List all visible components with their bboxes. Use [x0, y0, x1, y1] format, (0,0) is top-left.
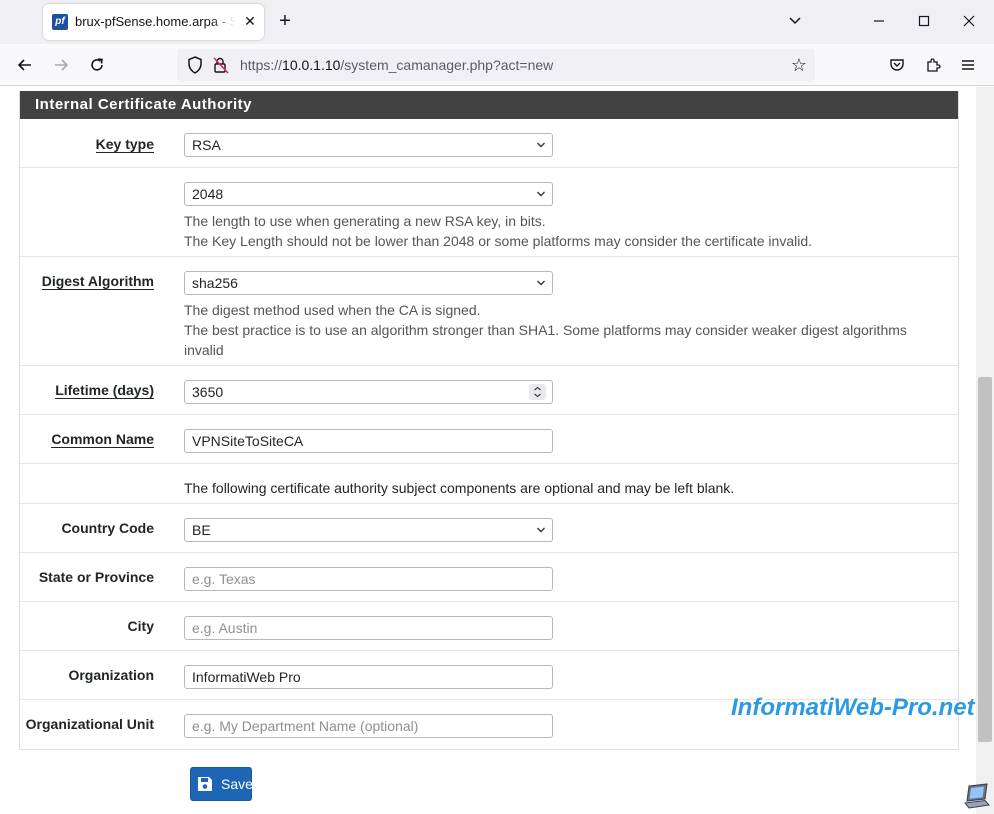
- row-country-code: Country Code BE: [20, 504, 958, 553]
- url-scheme: https://: [240, 57, 283, 73]
- watermark-text: InformatiWeb-Pro.net: [731, 694, 975, 721]
- optional-components-note: The following certificate authority subj…: [184, 480, 735, 496]
- country-code-select[interactable]: BE: [184, 518, 553, 542]
- bookmark-star-icon[interactable]: ☆: [789, 55, 809, 75]
- organizational-unit-input[interactable]: e.g. My Department Name (optional): [184, 714, 553, 738]
- chevron-down-icon: [537, 191, 545, 197]
- row-optional-note: The following certificate authority subj…: [20, 464, 958, 504]
- chevron-down-icon: [537, 280, 545, 286]
- minimize-icon[interactable]: [868, 11, 890, 33]
- country-code-value: BE: [192, 522, 211, 538]
- row-city: City e.g. Austin: [20, 602, 958, 651]
- key-length-select[interactable]: 2048: [184, 182, 553, 206]
- tab-strip: pf brux-pfSense.home.arpa - System: Cert…: [0, 0, 994, 44]
- digest-help-line2: The best practice is to use an algorithm…: [184, 322, 907, 358]
- key-length-help: The length to use when generating a new …: [184, 211, 924, 251]
- tab-list-icon[interactable]: [784, 11, 806, 33]
- key-length-help-line1: The length to use when generating a new …: [184, 213, 546, 229]
- url-text[interactable]: https://10.0.1.10/system_camanager.php?a…: [240, 57, 553, 73]
- label-key-type: Key type: [95, 136, 154, 153]
- back-arrow-icon[interactable]: [12, 52, 38, 78]
- label-digest-algorithm: Digest Algorithm: [41, 273, 154, 290]
- state-input[interactable]: e.g. Texas: [184, 567, 553, 591]
- close-tab-icon[interactable]: ✕: [241, 12, 259, 30]
- number-spinner-icon[interactable]: [529, 384, 546, 400]
- chevron-down-icon: [537, 527, 545, 533]
- label-common-name: Common Name: [51, 431, 154, 448]
- pocket-icon[interactable]: [884, 52, 910, 78]
- row-key-type: Key type RSA: [20, 119, 958, 168]
- url-path: /system_camanager.php?act=new: [340, 57, 554, 73]
- maximize-icon[interactable]: [913, 11, 935, 33]
- insecure-lock-icon[interactable]: [211, 55, 231, 75]
- common-name-input[interactable]: VPNSiteToSiteCA: [184, 429, 553, 453]
- page-scrollbar[interactable]: [976, 87, 994, 814]
- panel-title: Internal Certificate Authority: [20, 91, 958, 119]
- close-window-icon[interactable]: [958, 11, 980, 33]
- label-lifetime: Lifetime (days): [55, 382, 154, 399]
- row-digest-algorithm: Digest Algorithm sha256 The digest metho…: [20, 257, 958, 366]
- row-state: State or Province e.g. Texas: [20, 553, 958, 602]
- floppy-disk-icon: [198, 777, 212, 791]
- save-button-label: Save: [221, 776, 253, 792]
- digest-algorithm-value: sha256: [192, 275, 238, 291]
- row-lifetime: Lifetime (days) 3650: [20, 366, 958, 415]
- pfsense-favicon-icon: pf: [52, 14, 68, 30]
- label-state: State or Province: [38, 569, 154, 585]
- label-organization: Organization: [68, 667, 154, 683]
- forward-arrow-icon[interactable]: [48, 52, 74, 78]
- city-input[interactable]: e.g. Austin: [184, 616, 553, 640]
- extensions-icon[interactable]: [920, 52, 946, 78]
- menu-hamburger-icon[interactable]: [955, 52, 981, 78]
- label-city: City: [127, 618, 154, 634]
- reload-icon[interactable]: [84, 52, 110, 78]
- key-length-help-line2: The Key Length should not be lower than …: [184, 233, 813, 249]
- browser-tab[interactable]: pf brux-pfSense.home.arpa - System: Cert…: [43, 4, 264, 40]
- scrollbar-thumb[interactable]: [978, 377, 992, 742]
- certificate-authority-panel: Internal Certificate Authority Key type …: [19, 91, 959, 750]
- row-common-name: Common Name VPNSiteToSiteCA: [20, 415, 958, 464]
- lifetime-input[interactable]: 3650: [184, 380, 553, 404]
- digest-algorithm-select[interactable]: sha256: [184, 271, 553, 295]
- digest-help: The digest method used when the CA is si…: [184, 300, 924, 360]
- laptop-logo-icon: [964, 783, 990, 809]
- address-bar[interactable]: https://10.0.1.10/system_camanager.php?a…: [177, 49, 815, 81]
- row-key-length: 2048 The length to use when generating a…: [20, 168, 958, 257]
- shield-icon[interactable]: [185, 55, 205, 75]
- row-organization: Organization InformatiWeb Pro: [20, 651, 958, 700]
- key-type-value: RSA: [192, 137, 221, 153]
- navigation-toolbar: https://10.0.1.10/system_camanager.php?a…: [0, 44, 994, 86]
- key-length-value: 2048: [192, 186, 224, 202]
- new-tab-icon[interactable]: +: [274, 11, 296, 33]
- chevron-down-icon: [537, 142, 545, 148]
- digest-help-line1: The digest method used when the CA is si…: [184, 302, 481, 318]
- organization-input[interactable]: InformatiWeb Pro: [184, 665, 553, 689]
- url-host: 10.0.1.10: [282, 57, 341, 73]
- save-button[interactable]: Save: [190, 767, 253, 801]
- key-type-select[interactable]: RSA: [184, 133, 553, 157]
- lifetime-value: 3650: [192, 384, 224, 400]
- tab-title: brux-pfSense.home.arpa - System: Certifi…: [75, 14, 235, 29]
- label-country-code: Country Code: [61, 520, 154, 536]
- label-organizational-unit: Organizational Unit: [25, 716, 154, 732]
